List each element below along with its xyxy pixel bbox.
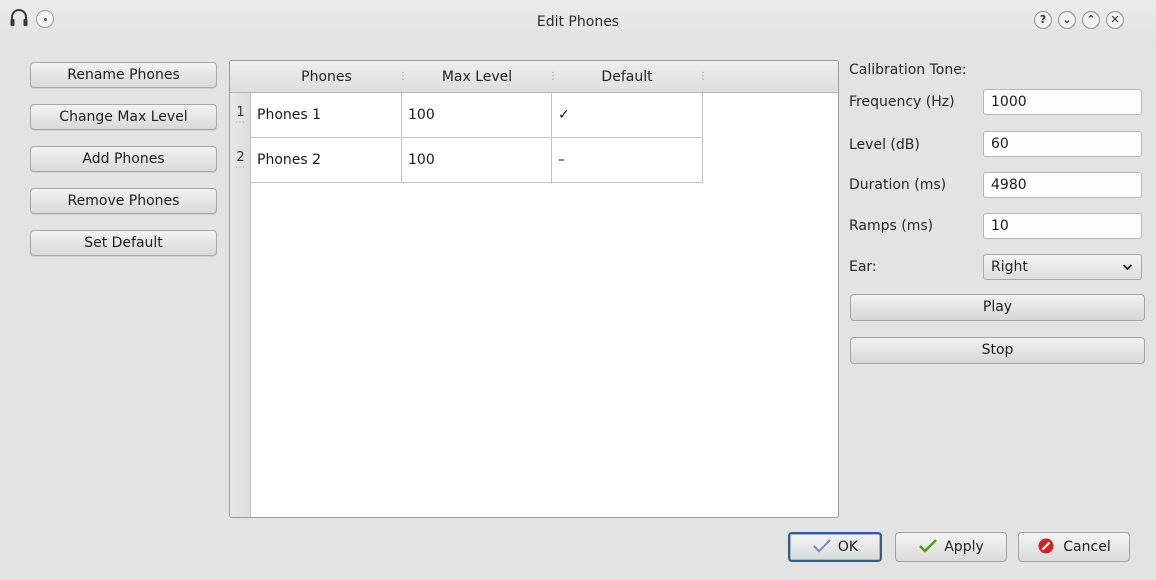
column-header-max-level[interactable]: Max Level (402, 61, 552, 93)
frequency-label: Frequency (Hz) (849, 94, 955, 110)
calibration-tone-heading: Calibration Tone: (849, 62, 967, 78)
column-resize-handle[interactable]: ⋮ (698, 70, 708, 84)
row-number[interactable]: 2 ··· (230, 150, 251, 172)
table-header: Phones ⋮ Max Level ⋮ Default ⋮ (230, 61, 838, 93)
maximize-icon[interactable]: ⌃ (1082, 11, 1100, 29)
phones-table[interactable]: Phones ⋮ Max Level ⋮ Default ⋮ 1 ··· 2 ·… (229, 60, 839, 518)
ear-select[interactable]: Right (983, 254, 1142, 280)
close-icon[interactable]: ✕ (1106, 11, 1124, 29)
column-header-phones[interactable]: Phones (251, 61, 402, 93)
apply-label: Apply (944, 539, 984, 555)
level-field[interactable]: 60 (983, 131, 1142, 157)
check-icon (919, 539, 938, 553)
row-resize-handle: ··· (235, 163, 246, 172)
frequency-field[interactable]: 1000 (983, 89, 1142, 115)
row-resize-handle: ··· (235, 118, 246, 127)
help-icon[interactable]: ? (1034, 11, 1052, 29)
rename-phones-button[interactable]: Rename Phones (30, 62, 217, 88)
edit-phones-window: Edit Phones ? ⌄ ⌃ ✕ Rename Phones Change… (0, 0, 1156, 580)
cancel-label: Cancel (1063, 539, 1111, 555)
remove-phones-button[interactable]: Remove Phones (30, 188, 217, 214)
row-number[interactable]: 1 ··· (230, 105, 251, 127)
table-cell-phones[interactable]: Phones 1 (251, 93, 402, 138)
window-title: Edit Phones (536, 14, 620, 30)
set-default-button[interactable]: Set Default (30, 230, 217, 256)
chevron-down-icon (1122, 255, 1133, 287)
cancel-icon (1038, 538, 1054, 554)
ear-label: Ear: (849, 259, 877, 275)
table-cell-phones[interactable]: Phones 2 (251, 138, 402, 183)
row-header-column: 1 ··· 2 ··· (230, 93, 251, 517)
check-icon (813, 539, 831, 553)
table-cell-max-level[interactable]: 100 (402, 138, 552, 183)
column-resize-handle[interactable]: ⋮ (548, 70, 558, 84)
ok-button[interactable]: OK (788, 532, 882, 562)
play-button[interactable]: Play (850, 294, 1145, 321)
column-header-default[interactable]: Default (552, 61, 702, 93)
level-label: Level (dB) (849, 137, 920, 153)
ramps-label: Ramps (ms) (849, 218, 934, 234)
cancel-button[interactable]: Cancel (1018, 532, 1130, 562)
table-cell-default[interactable]: – (552, 138, 703, 183)
column-resize-handle[interactable]: ⋮ (398, 70, 408, 84)
stop-button[interactable]: Stop (850, 337, 1145, 364)
title-bar: Edit Phones ? ⌄ ⌃ ✕ (0, 0, 1156, 44)
apply-button[interactable]: Apply (895, 532, 1007, 562)
ramps-field[interactable]: 10 (983, 213, 1142, 239)
table-cell-default[interactable]: ✓ (552, 93, 703, 138)
ok-label: OK (837, 539, 859, 555)
change-max-level-button[interactable]: Change Max Level (30, 104, 217, 130)
table-cell-max-level[interactable]: 100 (402, 93, 552, 138)
duration-field[interactable]: 4980 (983, 172, 1142, 198)
ear-select-value: Right (991, 259, 1028, 275)
duration-label: Duration (ms) (849, 177, 947, 193)
add-phones-button[interactable]: Add Phones (30, 146, 217, 172)
minimize-icon[interactable]: ⌄ (1058, 11, 1076, 29)
